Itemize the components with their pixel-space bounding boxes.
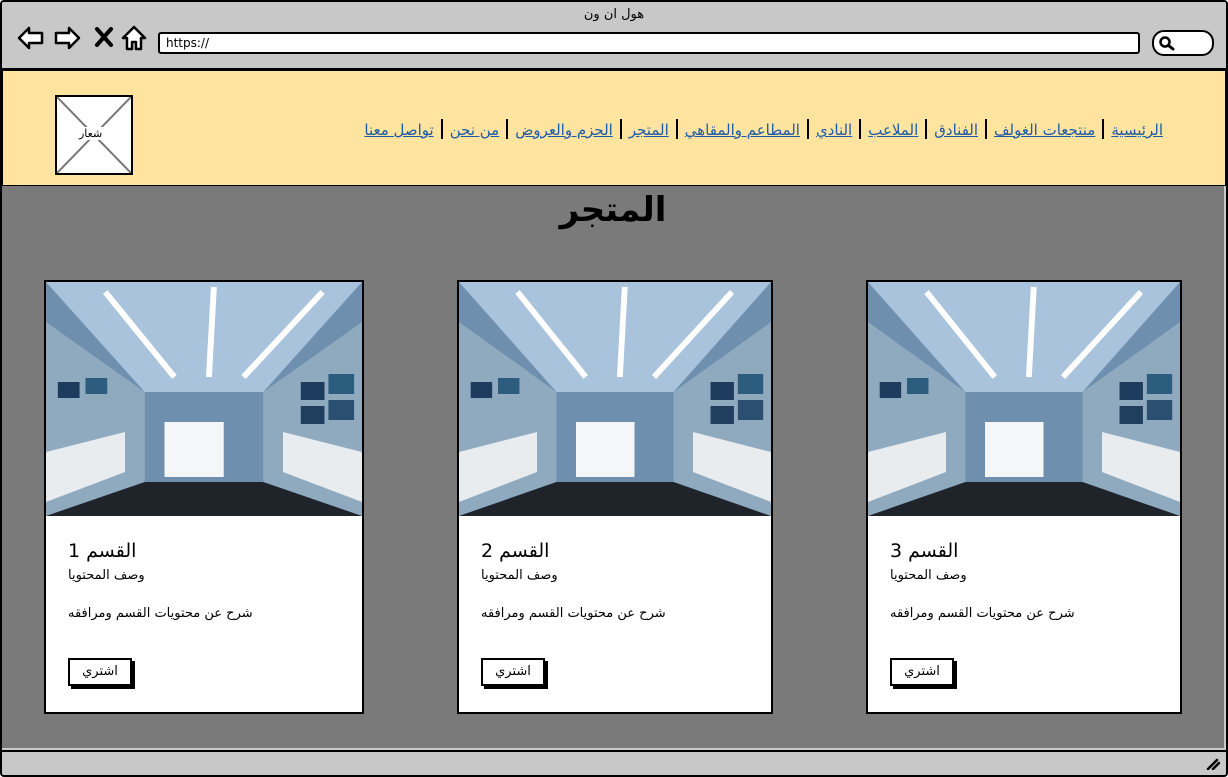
browser-window: هول ان ون https:// شعار الرئيسية منتجعات … <box>0 0 1228 777</box>
page-title: المتجر <box>559 190 667 230</box>
card-description: شرح عن محتويات القسم ومرافقه <box>68 606 253 621</box>
address-bar[interactable]: https:// <box>158 32 1140 54</box>
main-content: المتجر القسم 1 وصف المحتويا شرح عن محتوي… <box>2 186 1224 748</box>
nav-separator <box>675 119 678 139</box>
status-bar <box>2 750 1226 775</box>
nav-courses[interactable]: الملاعب <box>868 121 918 139</box>
browser-chrome: هول ان ون https:// <box>2 2 1226 70</box>
section-card: القسم 3 وصف المحتويا شرح عن محتويات القس… <box>866 280 1182 714</box>
nav-golf-resorts[interactable]: منتجعات الغولف <box>994 121 1095 139</box>
nav-separator <box>1102 119 1105 139</box>
nav-store[interactable]: المتجر <box>629 121 669 139</box>
buy-button[interactable]: اشتري <box>68 658 132 686</box>
nav-hotels[interactable]: الفنادق <box>934 121 978 139</box>
back-arrow-icon[interactable] <box>16 24 44 52</box>
store-image <box>868 282 1180 516</box>
forward-arrow-icon[interactable] <box>54 24 82 52</box>
card-title: القسم 2 <box>481 540 550 562</box>
main-navigation: الرئيسية منتجعات الغولف الفنادق الملاعب النا… <box>364 119 1163 139</box>
card-title: القسم 1 <box>68 540 137 562</box>
card-subtitle: وصف المحتويا <box>481 568 558 583</box>
nav-about[interactable]: من نحن <box>450 121 500 139</box>
nav-separator <box>806 119 809 139</box>
nav-separator <box>985 119 988 139</box>
buy-button[interactable]: اشتري <box>481 658 545 686</box>
nav-contact[interactable]: تواصل معنا <box>364 121 433 139</box>
store-image <box>459 282 771 516</box>
search-field[interactable] <box>1152 30 1214 56</box>
card-description: شرح عن محتويات القسم ومرافقه <box>481 606 666 621</box>
site-header: شعار الرئيسية منتجعات الغولف الفنادق الملاع… <box>2 70 1226 186</box>
card-subtitle: وصف المحتويا <box>68 568 145 583</box>
card-description: شرح عن محتويات القسم ومرافقه <box>890 606 1075 621</box>
store-image <box>46 282 362 516</box>
nav-separator <box>619 119 622 139</box>
card-subtitle: وصف المحتويا <box>890 568 967 583</box>
card-title: القسم 3 <box>890 540 959 562</box>
nav-separator <box>506 119 509 139</box>
nav-home[interactable]: الرئيسية <box>1111 121 1163 139</box>
nav-separator <box>859 119 862 139</box>
site-logo[interactable]: شعار <box>55 95 133 175</box>
section-card: القسم 1 وصف المحتويا شرح عن محتويات القس… <box>44 280 364 714</box>
search-icon <box>1159 36 1175 51</box>
buy-button[interactable]: اشتري <box>890 658 954 686</box>
resize-grip-icon[interactable] <box>1206 758 1220 770</box>
logo-label: شعار <box>77 127 105 140</box>
nav-separator <box>925 119 928 139</box>
nav-club[interactable]: النادي <box>816 121 852 139</box>
window-title: هول ان ون <box>583 7 645 22</box>
section-card: القسم 2 وصف المحتويا شرح عن محتويات القس… <box>457 280 773 714</box>
nav-separator <box>440 119 443 139</box>
nav-restaurants[interactable]: المطاعم والمقاهي <box>685 121 800 139</box>
nav-packages[interactable]: الحزم والعروض <box>515 121 613 139</box>
close-icon[interactable] <box>92 24 120 52</box>
home-icon[interactable] <box>120 24 148 52</box>
